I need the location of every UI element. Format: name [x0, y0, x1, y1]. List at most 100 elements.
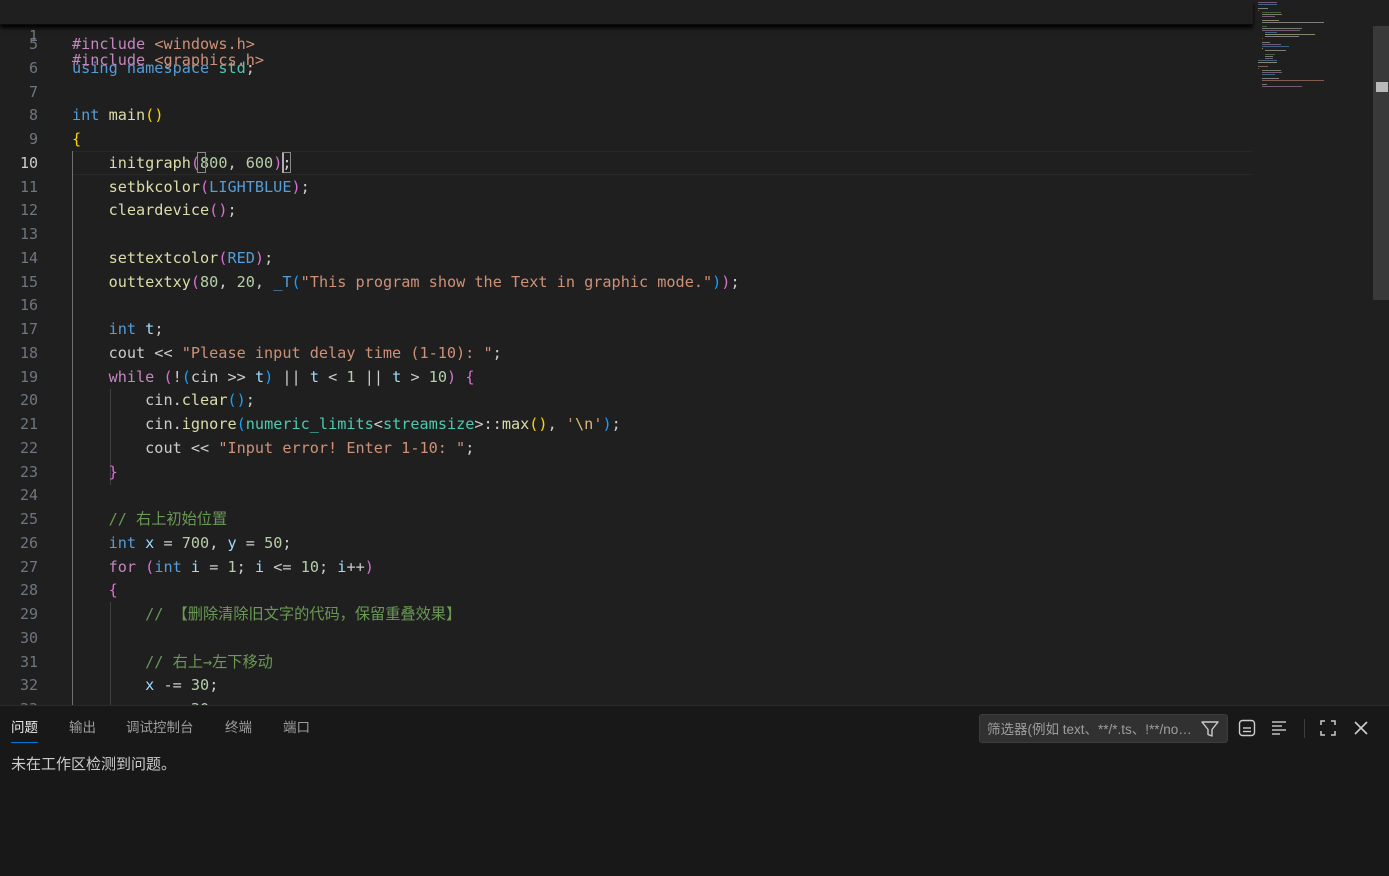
line-number: 15	[19, 272, 38, 291]
minimap-line	[1265, 54, 1275, 55]
line-number: 20	[19, 391, 38, 410]
minimap-line	[1265, 50, 1287, 51]
code-text: x -= 30;	[145, 676, 219, 695]
code-text: int x = 700, y = 50;	[108, 533, 292, 552]
minimap-line	[1258, 4, 1277, 5]
code-text: int t;	[108, 320, 164, 338]
text-cursor	[282, 153, 284, 173]
minimap-line	[1261, 78, 1279, 79]
code-text: settextcolor(RED);	[108, 248, 274, 267]
minimap-line	[1261, 44, 1281, 45]
minimap-line	[1261, 48, 1263, 49]
line-number: 13	[19, 225, 38, 243]
code-text: {	[72, 130, 82, 148]
code-text: // 右上初始位置	[108, 510, 228, 528]
problems-filter-box[interactable]	[979, 714, 1228, 743]
tab-terminal[interactable]: 终端	[225, 706, 252, 750]
code-text: cout << "Please input delay time (1-10):…	[108, 343, 502, 362]
code-text: // 【删除清除旧文字的代码，保留重叠效果】	[145, 605, 462, 623]
minimap-line	[1265, 34, 1315, 35]
line-number: 19	[19, 367, 38, 386]
code-text: while (!(cin >> t) || t < 1 || t > 10) {	[108, 367, 475, 386]
bottom-panel: 问题 输出 调试控制台 终端 端口 未在工作区检测到问题。	[0, 705, 1389, 876]
code-editor[interactable]: 5#include <windows.h>6using namespace st…	[0, 0, 1389, 705]
minimap-line	[1261, 74, 1275, 75]
line-number: 11	[19, 177, 38, 196]
line-number: 27	[19, 557, 38, 576]
minimap-line	[1261, 30, 1300, 31]
minimap-line	[1261, 70, 1281, 71]
line-number: 24	[19, 486, 38, 505]
line-number: 25	[19, 510, 38, 528]
line-number: 33	[0, 697, 38, 705]
line-number: 22	[19, 438, 38, 457]
code-text: cout << "Input error! Enter 1-10: ";	[145, 438, 475, 457]
tab-ports[interactable]: 端口	[283, 706, 310, 750]
minimap-line	[1261, 84, 1268, 85]
code-text: outtextxy(80, 20, _T("This program show …	[108, 272, 740, 291]
minimap-line	[1261, 14, 1283, 15]
line-number: 17	[19, 320, 38, 338]
code-text: for (int i = 1; i <= 10; i++)	[108, 557, 374, 576]
filter-icon[interactable]	[1199, 718, 1221, 740]
minimap-line	[1258, 68, 1259, 69]
minimap[interactable]	[1258, 0, 1368, 100]
sticky-scroll-line[interactable]: 1 #include <graphics.h>	[0, 0, 1253, 69]
line-number: 28	[19, 581, 38, 600]
collapse-all-icon[interactable]	[1236, 717, 1258, 739]
minimap-line	[1261, 38, 1263, 39]
line-number: 10	[19, 153, 38, 172]
code-text: initgraph(800, 600);	[108, 153, 292, 172]
code-text: setbkcolor(LIGHTBLUE);	[108, 177, 310, 196]
code-text: y += 30;	[72, 697, 218, 705]
word-wrap-icon[interactable]	[1268, 717, 1290, 739]
vertical-scrollbar[interactable]	[1373, 26, 1389, 300]
line-number: 23	[19, 462, 38, 481]
sticky-code-text: #include <graphics.h>	[72, 51, 265, 69]
minimap-line	[1261, 86, 1303, 87]
minimap-line	[1258, 2, 1277, 3]
maximize-panel-icon[interactable]	[1317, 717, 1339, 739]
minimap-line	[1261, 16, 1275, 17]
line-number: 30	[19, 628, 38, 647]
tab-debug-console[interactable]: 调试控制台	[126, 706, 194, 750]
minimap-line	[1261, 20, 1279, 21]
no-problems-message: 未在工作区检测到问题。	[11, 756, 177, 773]
minimap-line	[1261, 42, 1271, 43]
minimap-line	[1258, 62, 1277, 63]
tab-output[interactable]: 输出	[69, 706, 96, 750]
filter-input[interactable]	[987, 719, 1194, 739]
minimap-line	[1261, 22, 1325, 23]
minimap-line	[1265, 36, 1300, 37]
line-number: 32	[19, 676, 38, 695]
code-text: {	[108, 581, 118, 600]
minimap-line	[1261, 12, 1281, 13]
line-number: 21	[19, 415, 38, 433]
minimap-line	[1258, 8, 1268, 9]
line-number: 12	[19, 201, 38, 220]
line-number: 1	[28, 27, 38, 45]
minimap-line	[1265, 58, 1273, 59]
line-number: 14	[19, 248, 38, 267]
scrollbar-cursor-marker	[1376, 82, 1388, 92]
line-number: 18	[19, 343, 38, 362]
close-panel-icon[interactable]	[1350, 717, 1372, 739]
minimap-line	[1261, 80, 1325, 81]
bracket-match-open	[197, 152, 206, 173]
minimap-line	[1261, 28, 1303, 29]
code-text: }	[108, 462, 118, 481]
line-number: 8	[28, 106, 38, 125]
code-text: cin.ignore(numeric_limits<streamsize>::m…	[145, 415, 621, 433]
code-text: int main()	[72, 106, 164, 125]
minimap-line	[1261, 72, 1283, 73]
minimap-line	[1265, 32, 1277, 33]
line-number: 31	[19, 652, 38, 671]
minimap-line	[1261, 46, 1290, 47]
code-text: cin.clear();	[145, 391, 255, 410]
minimap-line	[1258, 60, 1277, 61]
tab-problems[interactable]: 问题	[11, 706, 38, 750]
minimap-line	[1258, 10, 1259, 11]
line-number: 26	[19, 533, 38, 552]
panel-toolbar-separator	[1304, 719, 1305, 738]
minimap-line	[1261, 26, 1268, 27]
